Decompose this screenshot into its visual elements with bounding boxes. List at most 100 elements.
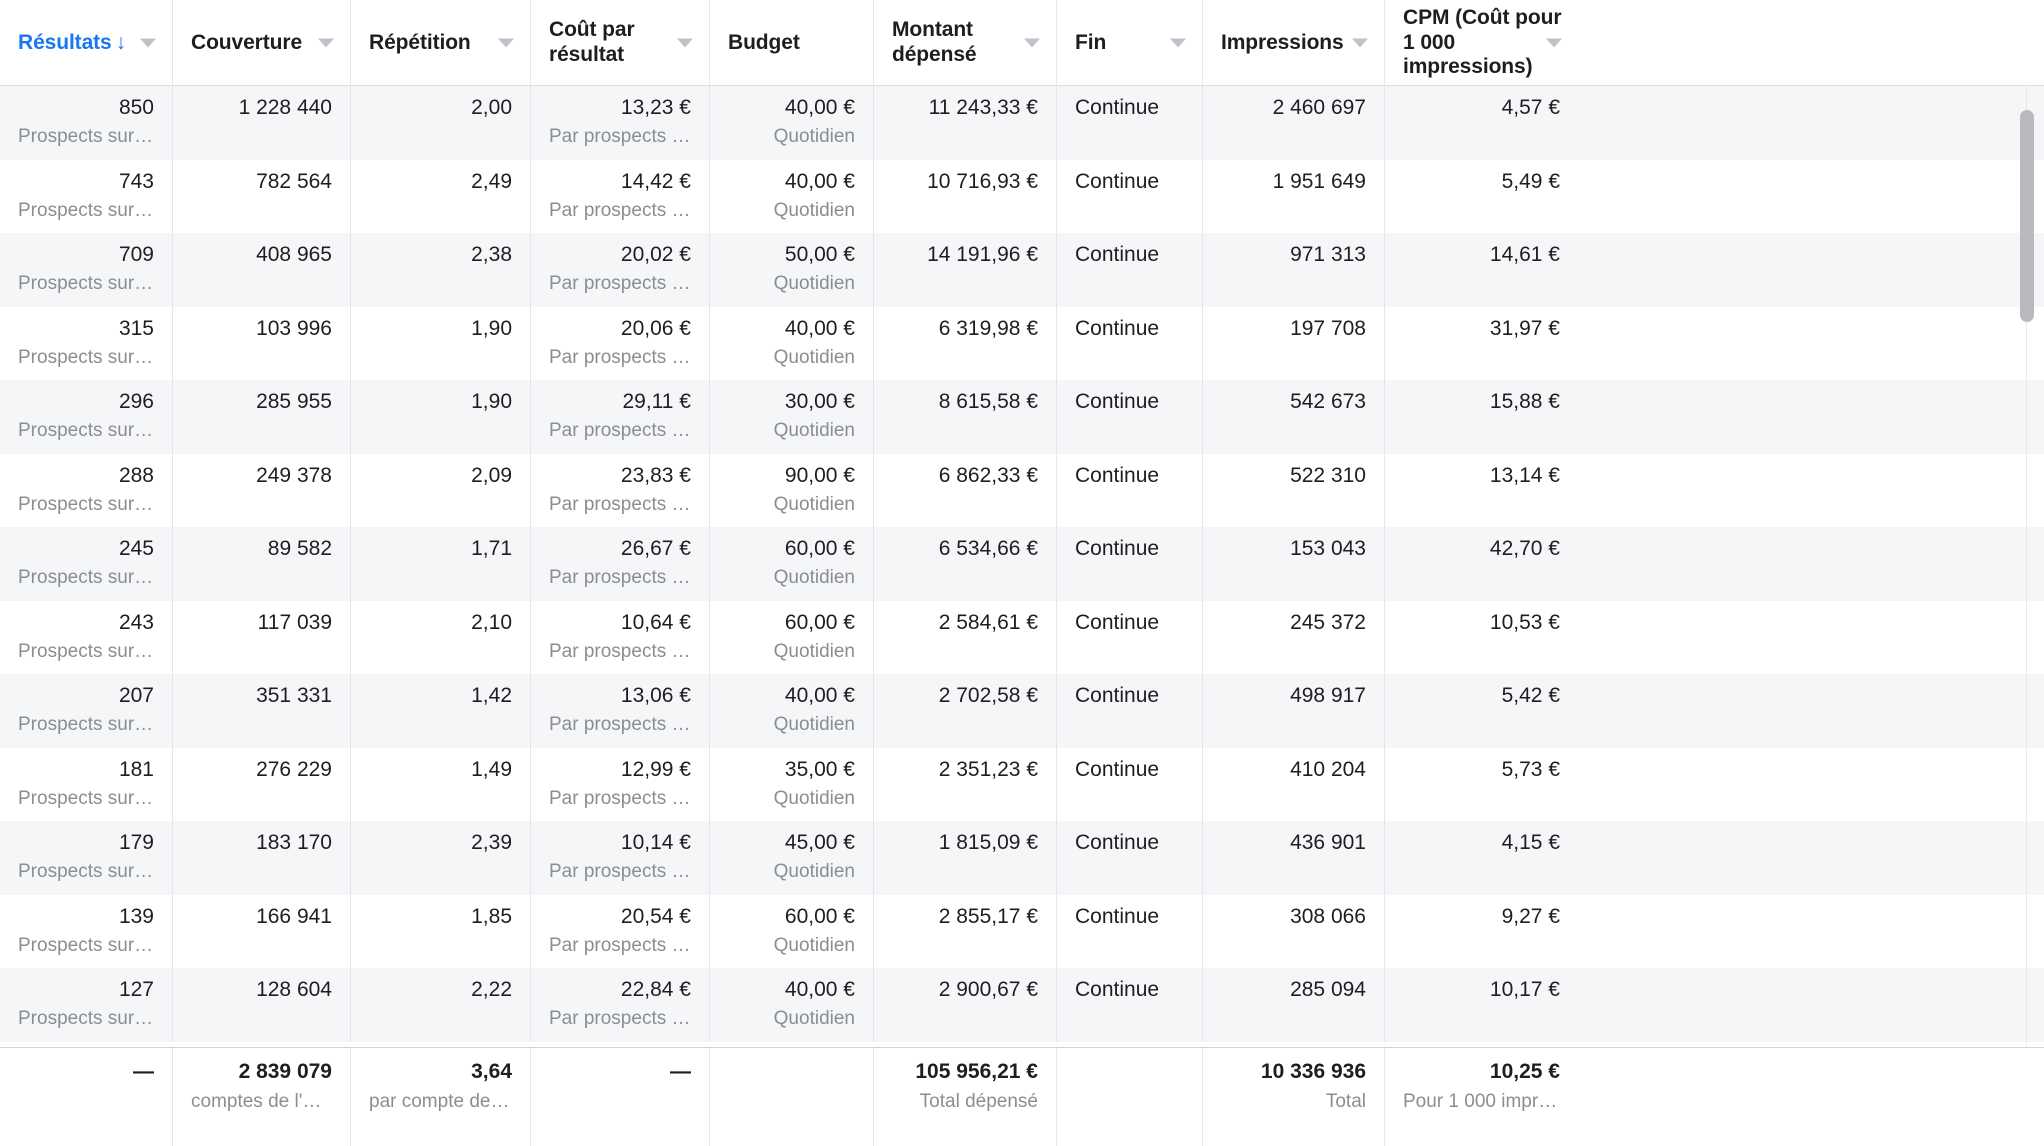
cell-cpm: 42,70 € [1385,527,1578,601]
ads-metrics-table: Résultats ↓ Couverture Répétition Coût par r… [0,0,2044,1146]
cell-impressions: 308 066 [1203,894,1385,968]
cell-subtext: Prospects sur Faceb… [18,1008,154,1030]
cell-value: 850 [118,96,154,119]
table-row[interactable]: 245 Prospects sur Faceb… 89 582 1,71 26,67 €… [0,527,2044,601]
table-body[interactable]: 850 Prospects sur Faceb… 1 228 440 2,00 13,2… [0,86,2044,1047]
cell-subtext: Par prospects sur Fa… [549,714,691,736]
cell-results: 139 Prospects sur Faceb… [0,894,173,968]
cell-frequency: 2,10 [351,600,531,674]
cell-impressions: 542 673 [1203,380,1385,454]
cell-impressions: 522 310 [1203,453,1385,527]
cell-value: 153 043 [1290,537,1366,560]
total-subtext: Pour 1 000 impressions [1403,1091,1560,1113]
cell-value: 197 708 [1290,316,1366,340]
cell-impressions: 498 917 [1203,674,1385,748]
column-header-reach[interactable]: Couverture [173,0,351,86]
vertical-scrollbar[interactable] [2020,86,2034,1047]
table-row[interactable]: 243 Prospects sur Faceb… 117 039 2,10 10,64 … [0,600,2044,674]
table-row[interactable]: 743 Prospects sur Faceb… 782 564 2,49 14,42 … [0,159,2044,233]
cell-results: 181 Prospects sur Faceb… [0,747,173,821]
cell-value: 542 673 [1290,390,1366,413]
cell-subtext: Par prospects sur Fa… [549,934,691,956]
column-header-label: Couverture [191,30,303,54]
table-row[interactable]: 181 Prospects sur Faceb… 276 229 1,49 12,99 … [0,747,2044,821]
cell-value: 6 534,66 € [938,537,1038,560]
sort-descending-icon[interactable]: ↓ [116,31,127,55]
cell-value: 1 815,09 € [938,831,1038,854]
chevron-down-icon[interactable] [1352,38,1368,48]
cell-amount_spent: 10 716,93 € [874,159,1057,233]
cell-value: 315 [118,316,154,340]
chevron-down-icon[interactable] [1170,38,1186,48]
cell-value: 10 716,93 € [927,169,1038,193]
cell-amount_spent: 1 815,09 € [874,821,1057,895]
cell-cost_per_result: 12,99 € Par prospects sur Fa… [531,747,710,821]
cell-reach: 103 996 [173,306,351,380]
column-header-cpm[interactable]: CPM (Coût pour 1 000 impressions) [1385,0,1578,86]
cell-subtext: Par prospects sur Fa… [549,861,691,883]
cell-amount_spent: 6 319,98 € [874,306,1057,380]
cell-value: 103 996 [256,316,332,340]
chevron-down-icon[interactable] [1546,38,1562,48]
cell-subtext: Par prospects sur Fa… [549,1008,691,1030]
column-header-frequency[interactable]: Répétition [351,0,531,86]
table-row[interactable]: 127 Prospects sur Faceb… 128 604 2,22 22,84 … [0,968,2044,1042]
table-row[interactable]: 288 Prospects sur Faceb… 249 378 2,09 23,83 … [0,453,2044,527]
column-header-budget[interactable]: Budget [710,0,874,86]
table-row[interactable]: 139 Prospects sur Faceb… 166 941 1,85 20,54 … [0,894,2044,968]
cell-value: Continue [1075,831,1160,854]
table-row[interactable]: 207 Prospects sur Faceb… 351 331 1,42 13,06 … [0,674,2044,748]
cell-value: 296 [118,390,154,413]
cell-value: 6 862,33 € [938,463,1038,487]
cell-value: 8 615,58 € [938,390,1038,413]
cell-cost_per_result: 23,83 € Par prospects sur Fa… [531,453,710,527]
cell-reach: 351 331 [173,674,351,748]
table-total-row: — 2 839 079 comptes de l'Espace … 3,64 par c… [0,1047,2044,1146]
cell-value: Continue [1075,537,1160,560]
column-header-amount_spent[interactable]: Montant dépensé [874,0,1057,86]
column-header-label: Montant dépensé [892,18,977,66]
chevron-down-icon[interactable] [318,38,334,48]
cell-value: 5,42 € [1501,684,1560,707]
cell-amount_spent: 2 702,58 € [874,674,1057,748]
cell-value: 35,00 € [784,757,855,781]
chevron-down-icon[interactable] [1024,38,1040,48]
cell-value: 1 228 440 [238,96,332,119]
chevron-down-icon[interactable] [498,38,514,48]
table-row[interactable]: 296 Prospects sur Faceb… 285 955 1,90 29,11 … [0,380,2044,454]
cell-value: 351 331 [256,684,332,707]
cell-subtext: Par prospects sur Fa… [549,273,691,295]
cell-impressions: 2 460 697 [1203,86,1385,160]
cell-budget: 40,00 € Quotidien [710,674,874,748]
cell-reach: 183 170 [173,821,351,895]
column-header-label: Coût par résultat [549,18,635,66]
chevron-down-icon[interactable] [677,38,693,48]
column-header-end[interactable]: Fin [1057,0,1203,86]
cell-value: 2,00 [471,96,512,119]
column-header-impressions[interactable]: Impressions [1203,0,1385,86]
table-row[interactable]: 850 Prospects sur Faceb… 1 228 440 2,00 13,2… [0,86,2044,160]
cell-amount_spent: 8 615,58 € [874,380,1057,454]
column-header-label: CPM (Coût pour 1 000 impressions) [1403,5,1562,79]
table-row[interactable]: 179 Prospects sur Faceb… 183 170 2,39 10,14 … [0,821,2044,895]
cell-value: 1,90 [471,390,512,413]
cell-value: 13,14 € [1489,463,1560,487]
cell-value: 782 564 [256,169,332,193]
cell-value: 20,02 € [620,243,691,266]
cell-value: 181 [118,757,154,781]
cell-budget: 90,00 € Quotidien [710,453,874,527]
cell-end: Continue [1057,968,1203,1042]
cell-results: 127 Prospects sur Faceb… [0,968,173,1042]
cell-end: Continue [1057,380,1203,454]
scrollbar-thumb[interactable] [2020,110,2034,322]
column-header-cost_per_result[interactable]: Coût par résultat [531,0,710,86]
total-cell-cpm: 10,25 € Pour 1 000 impressions [1385,1048,1578,1146]
cell-value: 10,14 € [620,831,691,854]
table-row[interactable]: 709 Prospects sur Faceb… 408 965 2,38 20,02 … [0,233,2044,307]
cell-subtext: Quotidien [773,714,855,736]
cell-value: 288 [118,463,154,487]
column-header-results[interactable]: Résultats ↓ [0,0,173,86]
chevron-down-icon[interactable] [140,38,156,48]
table-row[interactable]: 315 Prospects sur Faceb… 103 996 1,90 20,06 … [0,306,2044,380]
cell-value: 1 951 649 [1272,169,1366,193]
